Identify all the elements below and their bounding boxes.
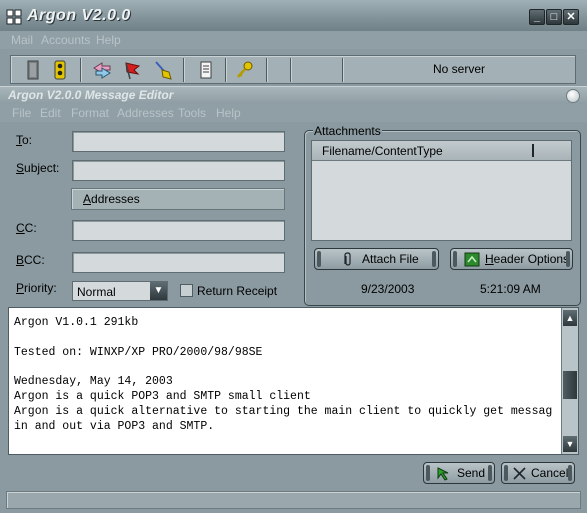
paperclip-icon <box>344 252 351 266</box>
main-title-bar[interactable]: Argon V2.0.0 _ □ ✕ <box>0 0 587 34</box>
send-label: Send <box>457 466 486 480</box>
return-receipt-checkbox[interactable] <box>180 284 193 297</box>
cancel-label: Cancel <box>531 466 569 480</box>
cc-label: CC: <box>16 221 37 235</box>
header-options-icon <box>464 252 480 267</box>
attachments-list[interactable]: Filename/ContentType <box>311 140 572 241</box>
scroll-thumb[interactable] <box>563 371 577 399</box>
chevron-down-icon[interactable]: ▼ <box>150 282 167 300</box>
attach-file-button[interactable]: Attach File <box>314 248 439 270</box>
bcc-field[interactable] <box>72 252 285 273</box>
action-bar <box>0 456 587 490</box>
editor-title: Argon V2.0.0 Message Editor <box>8 88 174 102</box>
pill-edge <box>568 465 572 481</box>
attachments-legend: Attachments <box>313 124 382 138</box>
priority-value: Normal <box>77 285 116 299</box>
header-options-button[interactable]: Header Options <box>450 248 573 270</box>
door-icon[interactable] <box>21 59 45 81</box>
app-window-icon <box>6 9 22 25</box>
return-receipt-label: Return Receipt <box>197 284 278 298</box>
time-display: 5:21:09 AM <box>480 282 541 296</box>
main-menu-bar: Mail Accounts Help <box>0 31 587 49</box>
menu-format[interactable]: Format <box>71 106 109 120</box>
date-display: 9/23/2003 <box>361 282 415 296</box>
pill-edge <box>432 251 436 267</box>
pill-edge <box>566 251 570 267</box>
menu-help[interactable]: Help <box>216 106 241 120</box>
pill-edge <box>453 251 457 267</box>
minimize-button[interactable]: _ <box>529 9 545 25</box>
menu-file[interactable]: File <box>12 106 31 120</box>
pill-edge <box>504 465 508 481</box>
notepad-icon[interactable] <box>194 59 218 81</box>
status-bar <box>6 491 581 509</box>
column-filename-contenttype: Filename/ContentType <box>322 144 443 158</box>
pill-edge <box>488 465 492 481</box>
message-body[interactable]: Argon V1.0.1 291kb Tested on: WINXP/XP P… <box>8 307 579 455</box>
scroll-up-icon[interactable]: ▲ <box>563 310 577 326</box>
to-field[interactable] <box>72 131 285 152</box>
editor-menu-bar: File Edit Format Addresses Tools Help <box>0 104 587 122</box>
scroll-down-icon[interactable]: ▼ <box>563 436 577 452</box>
flag-icon[interactable] <box>121 59 145 81</box>
message-body-text[interactable]: Argon V1.0.1 291kb Tested on: WINXP/XP P… <box>14 316 559 454</box>
cancel-x-icon <box>513 467 526 480</box>
send-button[interactable]: Send <box>423 462 495 484</box>
to-label: To: <box>16 133 33 147</box>
toolbar-separator <box>80 58 81 82</box>
menu-edit[interactable]: Edit <box>40 106 61 120</box>
bcc-label: BCC: <box>16 253 45 267</box>
editor-close-button[interactable] <box>566 89 580 103</box>
pill-edge <box>426 465 430 481</box>
toolbar-separator <box>183 58 184 82</box>
vertical-scrollbar[interactable]: ▲ ▼ <box>561 308 578 454</box>
send-arrow-icon <box>437 467 449 481</box>
priority-select[interactable]: Normal ▼ <box>72 281 168 301</box>
server-status: No server <box>432 62 485 76</box>
subject-field[interactable] <box>72 160 285 181</box>
cc-field[interactable] <box>72 220 285 241</box>
addresses-button[interactable]: Addresses <box>71 188 285 210</box>
priority-label: Priority: <box>16 281 57 295</box>
close-button[interactable]: ✕ <box>563 9 579 25</box>
pill-edge <box>317 251 321 267</box>
header-options-label: Header Options <box>485 252 570 266</box>
refresh-arrows-icon[interactable] <box>90 59 114 81</box>
column-resize-handle[interactable] <box>532 144 534 157</box>
menu-addresses[interactable]: Addresses <box>117 106 174 120</box>
cancel-button[interactable]: Cancel <box>501 462 575 484</box>
attach-file-label: Attach File <box>362 252 419 266</box>
key-icon[interactable] <box>233 59 257 81</box>
traffic-light-icon[interactable] <box>48 59 72 81</box>
toolbar: No server <box>10 55 576 84</box>
broom-icon[interactable] <box>151 59 175 81</box>
attachments-column-header[interactable]: Filename/ContentType <box>312 141 571 161</box>
menu-tools[interactable]: Tools <box>178 106 206 120</box>
toolbar-separator <box>266 58 267 82</box>
menu-accounts[interactable]: Accounts <box>41 33 90 47</box>
maximize-button[interactable]: □ <box>546 9 562 25</box>
toolbar-separator <box>225 58 226 82</box>
app-title: Argon V2.0.0 <box>27 7 131 24</box>
menu-help[interactable]: Help <box>96 33 121 47</box>
toolbar-separator <box>290 58 291 82</box>
editor-title-bar[interactable]: Argon V2.0.0 Message Editor <box>0 86 587 104</box>
menu-mail[interactable]: Mail <box>11 33 33 47</box>
subject-label: Subject: <box>16 161 60 175</box>
